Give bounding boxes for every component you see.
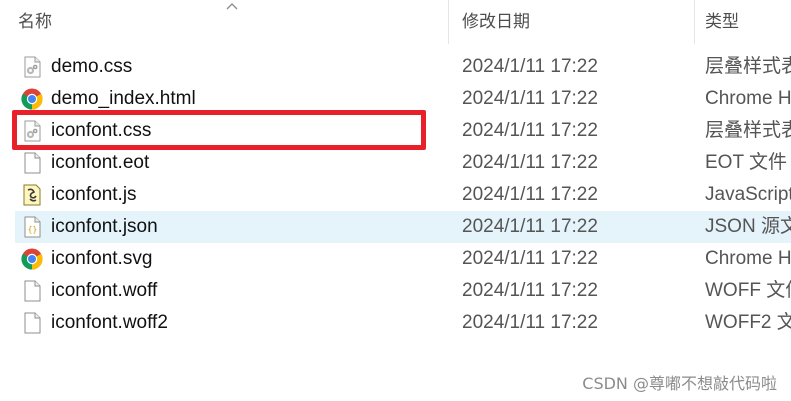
file-modified-date: 2024/1/11 17:22 — [462, 248, 598, 269]
file-name[interactable]: iconfont.eot — [51, 147, 149, 179]
file-modified-date: 2024/1/11 17:22 — [462, 56, 598, 77]
file-modified-date: 2024/1/11 17:22 — [462, 120, 598, 141]
file-type: JavaScript — [705, 184, 791, 205]
file-row[interactable]: demo.css 2024/1/11 17:22 层叠样式表 — [15, 51, 791, 83]
blank-file-icon — [21, 152, 43, 174]
file-name[interactable]: iconfont.js — [51, 179, 137, 211]
file-name[interactable]: iconfont.woff2 — [51, 307, 168, 339]
column-header-bar: 名称 修改日期 类型 — [0, 0, 791, 44]
file-modified-date: 2024/1/11 17:22 — [462, 152, 598, 173]
file-row[interactable]: iconfont.eot 2024/1/11 17:22 EOT 文件 — [15, 147, 791, 179]
json-file-icon: {} — [21, 216, 43, 238]
file-row[interactable]: {} iconfont.json 2024/1/11 17:22 JSON 源文件 — [15, 211, 791, 243]
highlight-box — [12, 110, 426, 150]
svg-text:{}: {} — [28, 225, 38, 234]
js-file-icon — [21, 184, 43, 206]
watermark: CSDN @尊嘟不想敲代码啦 — [582, 374, 777, 393]
blank-file-icon — [21, 312, 43, 334]
file-modified-date: 2024/1/11 17:22 — [462, 312, 598, 333]
file-modified-date: 2024/1/11 17:22 — [462, 280, 598, 301]
column-divider[interactable] — [694, 0, 695, 44]
chrome-icon — [21, 248, 43, 270]
file-modified-date: 2024/1/11 17:22 — [462, 216, 598, 237]
blank-file-icon — [21, 280, 43, 302]
column-divider[interactable] — [448, 0, 449, 44]
file-row[interactable]: iconfont.js 2024/1/11 17:22 JavaScript — [15, 179, 791, 211]
file-type: WOFF 文件 — [705, 280, 791, 301]
column-header-type[interactable]: 类型 — [705, 0, 791, 44]
file-row[interactable]: iconfont.svg 2024/1/11 17:22 Chrome HTML — [15, 243, 791, 275]
file-type: Chrome HTML — [705, 88, 791, 109]
file-modified-date: 2024/1/11 17:22 — [462, 184, 598, 205]
file-row[interactable]: iconfont.woff2 2024/1/11 17:22 WOFF2 文件 — [15, 307, 791, 339]
file-modified-date: 2024/1/11 17:22 — [462, 88, 598, 109]
file-type: Chrome HTML — [705, 248, 791, 269]
file-type: EOT 文件 — [705, 152, 787, 173]
file-type: WOFF2 文件 — [705, 312, 791, 333]
file-type: 层叠样式表 — [705, 56, 791, 77]
file-name[interactable]: iconfont.woff — [51, 275, 157, 307]
file-row[interactable]: iconfont.woff 2024/1/11 17:22 WOFF 文件 — [15, 275, 791, 307]
css-file-icon — [21, 56, 43, 78]
file-type: 层叠样式表 — [705, 120, 791, 141]
chrome-icon — [21, 88, 43, 110]
column-header-date[interactable]: 修改日期 — [462, 0, 692, 44]
sort-ascending-icon — [226, 3, 238, 10]
file-type: JSON 源文件 — [705, 216, 791, 237]
file-name[interactable]: demo.css — [51, 51, 132, 83]
file-name[interactable]: iconfont.svg — [51, 243, 152, 275]
file-name[interactable]: iconfont.json — [51, 211, 158, 243]
file-explorer-list: 名称 修改日期 类型 demo.css 2024/1/11 17:22 层叠样式表 d… — [0, 0, 791, 401]
